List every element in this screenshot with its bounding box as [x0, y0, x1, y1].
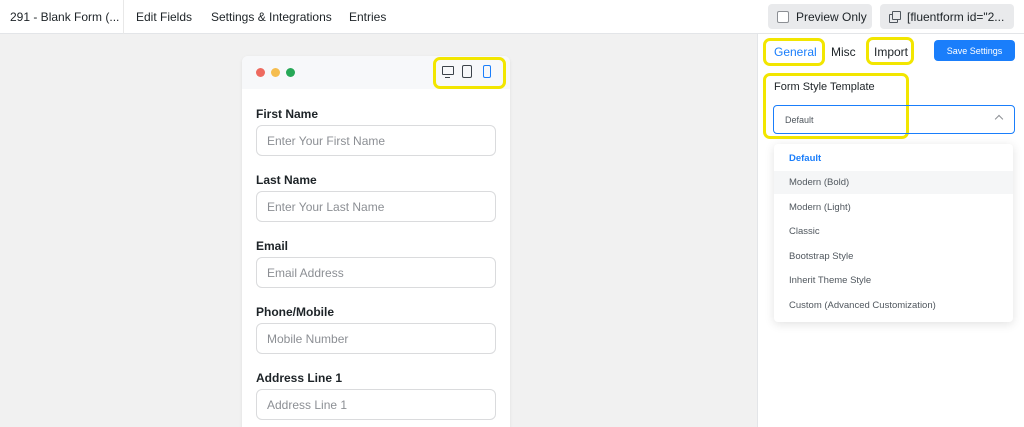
style-dropdown-menu: Default Modern (Bold) Modern (Light) Cla… — [774, 144, 1013, 322]
window-dot-yellow — [271, 68, 280, 77]
chevron-up-icon — [994, 114, 1004, 124]
form-title[interactable]: 291 - Blank Form (... — [10, 10, 119, 24]
field-label-address: Address Line 1 — [256, 371, 343, 385]
option-bootstrap-style[interactable]: Bootstrap Style — [774, 245, 1013, 268]
selected-value: Default — [785, 114, 814, 125]
tab-import[interactable]: Import — [874, 45, 908, 59]
option-modern-light[interactable]: Modern (Light) — [774, 196, 1013, 219]
tab-general[interactable]: General — [774, 45, 817, 59]
address-line-1-input[interactable] — [256, 389, 496, 420]
divider — [123, 0, 124, 34]
option-default[interactable]: Default — [774, 147, 1013, 170]
save-settings-button[interactable]: Save Settings — [934, 40, 1015, 61]
option-inherit-theme-style[interactable]: Inherit Theme Style — [774, 269, 1013, 292]
tablet-icon[interactable] — [462, 65, 472, 78]
field-label-first-name: First Name — [256, 107, 319, 121]
shortcode-text: [fluentform id="2... — [907, 9, 1005, 24]
field-label-last-name: Last Name — [256, 173, 317, 187]
copy-icon — [889, 11, 901, 23]
nav-edit-fields[interactable]: Edit Fields — [136, 10, 192, 24]
nav-settings-integrations[interactable]: Settings & Integrations — [211, 10, 332, 24]
window-dot-red — [256, 68, 265, 77]
mobile-icon[interactable] — [483, 65, 491, 78]
preview-only-label: Preview Only — [796, 9, 867, 24]
top-bar: 291 - Blank Form (... Edit Fields Settin… — [0, 0, 1024, 34]
option-classic[interactable]: Classic — [774, 220, 1013, 243]
form-style-select[interactable]: Default — [773, 105, 1015, 134]
shortcode-copy-button[interactable]: [fluentform id="2... — [880, 4, 1014, 29]
last-name-input[interactable] — [256, 191, 496, 222]
window-dot-green — [286, 68, 295, 77]
field-label-email: Email — [256, 239, 289, 253]
checkbox[interactable] — [777, 10, 789, 23]
tab-misc[interactable]: Misc — [831, 45, 856, 59]
option-modern-bold[interactable]: Modern (Bold) — [774, 171, 1013, 194]
form-style-template-label: Form Style Template — [774, 81, 875, 93]
desktop-icon[interactable] — [442, 66, 454, 78]
preview-header — [242, 56, 510, 89]
email-input[interactable] — [256, 257, 496, 288]
form-preview-card: First Name Last Name Email Phone/Mobile … — [242, 56, 510, 427]
settings-panel: General Misc Import Save Settings Form S… — [757, 34, 1024, 427]
nav-entries[interactable]: Entries — [349, 10, 386, 24]
field-label-phone: Phone/Mobile — [256, 305, 334, 319]
first-name-input[interactable] — [256, 125, 496, 156]
preview-only-toggle[interactable]: Preview Only — [768, 4, 872, 29]
option-custom[interactable]: Custom (Advanced Customization) — [774, 294, 1013, 317]
phone-input[interactable] — [256, 323, 496, 354]
